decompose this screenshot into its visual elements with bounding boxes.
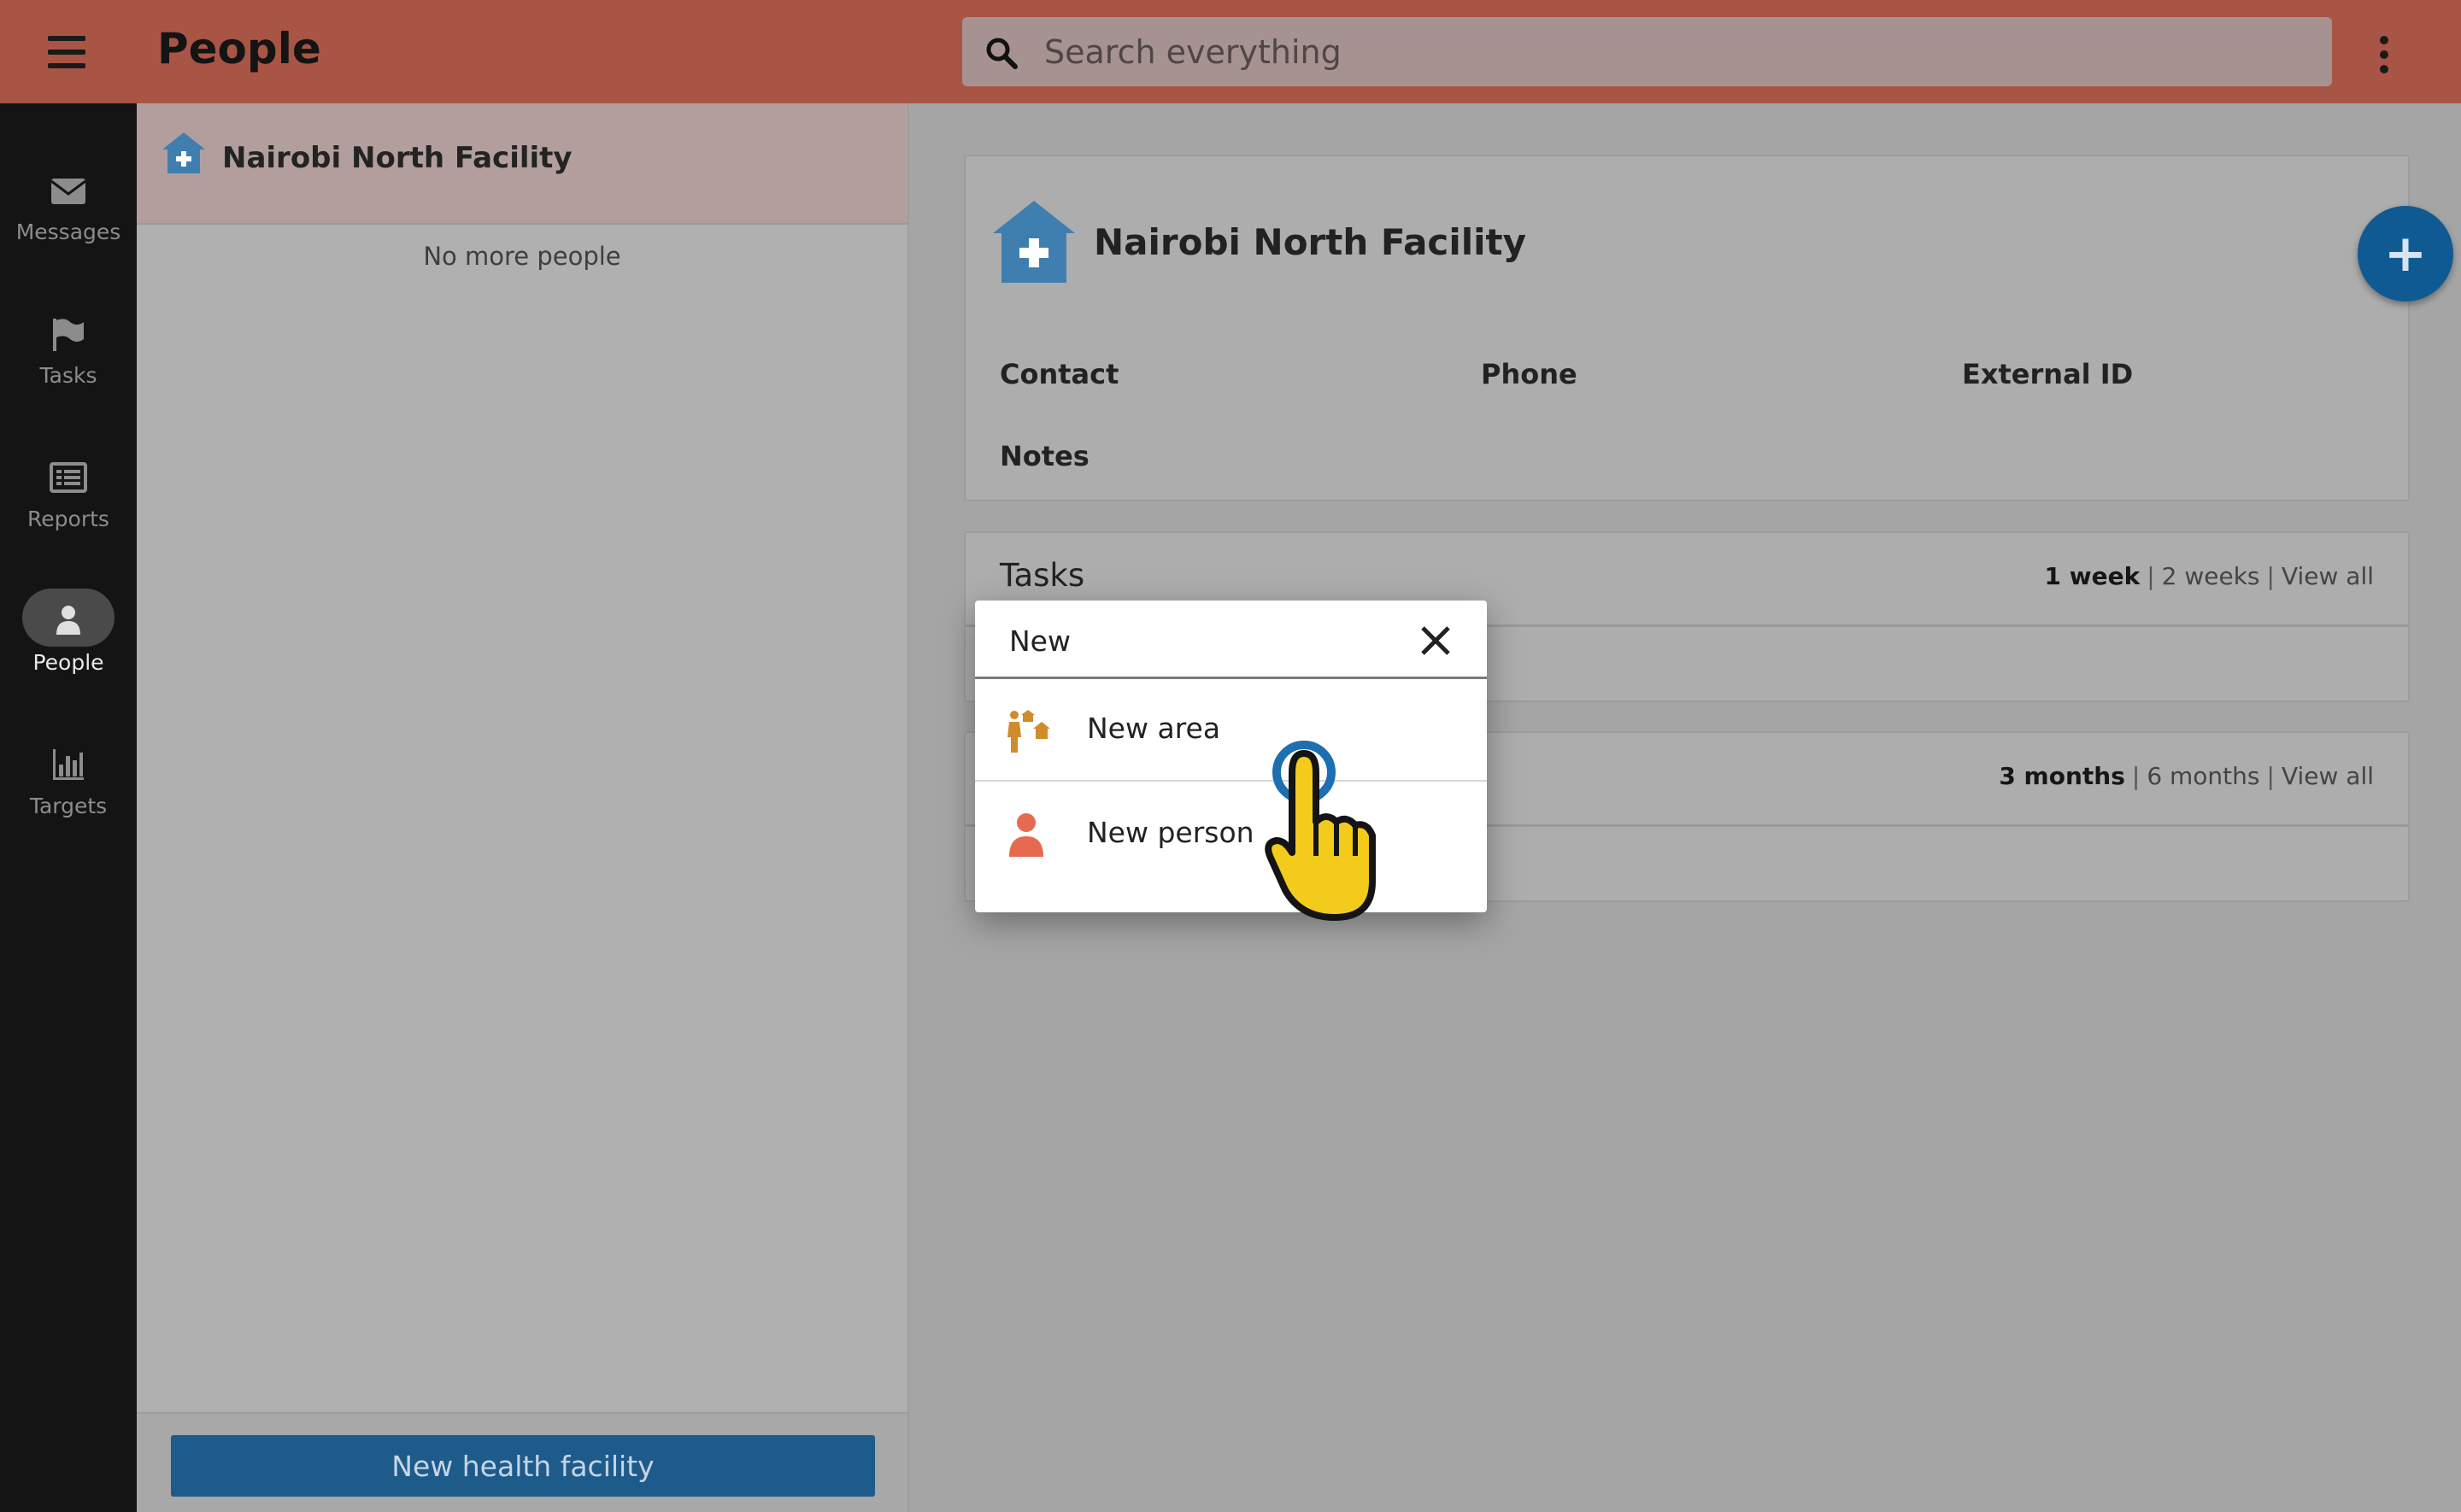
new-person-option[interactable]: New person: [975, 783, 1487, 886]
new-dialog: New New area New person: [975, 601, 1487, 912]
filter-view-all[interactable]: View all: [2282, 562, 2374, 590]
nav-label: Messages: [15, 220, 121, 244]
person-icon: [1009, 813, 1043, 857]
people-list-panel: Nairobi North Facility No more people Ne…: [137, 103, 909, 1512]
nav-item-people[interactable]: People: [0, 589, 137, 730]
selected-place-name: Nairobi North Facility: [222, 141, 573, 175]
filter-1-week[interactable]: 1 week: [2044, 562, 2140, 590]
envelope-icon: [50, 179, 86, 204]
tasks-title: Tasks: [1000, 557, 1085, 594]
nav-label: Tasks: [39, 363, 97, 388]
new-health-facility-button[interactable]: New health facility: [171, 1435, 875, 1497]
filter-view-all[interactable]: View all: [2282, 762, 2374, 790]
list-footer: New health facility: [137, 1412, 907, 1512]
more-options-icon[interactable]: [2377, 36, 2391, 73]
dialog-header: New: [975, 601, 1487, 679]
filter-3-months[interactable]: 3 months: [1999, 762, 2125, 790]
search-icon: [986, 38, 1018, 69]
menu-icon[interactable]: [48, 36, 89, 68]
external-id-label: External ID: [1962, 358, 2134, 390]
dialog-title: New: [1009, 624, 1071, 658]
contact-label: Contact: [1000, 358, 1119, 390]
page-title: People: [157, 24, 321, 73]
list-item-selected-place[interactable]: Nairobi North Facility: [137, 103, 907, 225]
list-icon: [50, 462, 87, 493]
reports-filter: 3 months | 6 months | View all: [1999, 762, 2374, 790]
nav-item-reports[interactable]: Reports: [0, 459, 137, 587]
filter-6-months[interactable]: 6 months: [2147, 762, 2259, 790]
health-facility-icon: [993, 201, 1075, 283]
nav-item-messages[interactable]: Messages: [0, 172, 137, 300]
health-facility-icon: [162, 132, 205, 173]
new-area-option[interactable]: New area: [975, 679, 1487, 782]
add-button[interactable]: +: [2358, 206, 2453, 302]
flag-icon: [53, 319, 84, 351]
new-person-label: New person: [1087, 816, 1254, 849]
nav-label: Targets: [29, 794, 108, 818]
nav-label: Reports: [27, 507, 109, 531]
close-icon[interactable]: [1418, 623, 1454, 659]
empty-list-text: No more people: [423, 242, 621, 271]
new-area-label: New area: [1087, 712, 1221, 745]
nav-label: People: [32, 650, 104, 675]
bar-chart-icon: [53, 749, 84, 780]
area-icon: [1007, 710, 1050, 753]
nav-item-tasks[interactable]: Tasks: [0, 315, 137, 443]
place-name: Nairobi North Facility: [1094, 221, 1526, 263]
filter-2-weeks[interactable]: 2 weeks: [2162, 562, 2260, 590]
person-icon: [56, 606, 80, 635]
place-summary-card: Nairobi North Facility Contact Phone Ext…: [964, 155, 2410, 501]
notes-label: Notes: [1000, 440, 1090, 472]
tasks-filter: 1 week | 2 weeks | View all: [2044, 562, 2374, 590]
top-bar: People: [0, 0, 2461, 103]
phone-label: Phone: [1481, 358, 1577, 390]
nav-item-targets[interactable]: Targets: [0, 746, 137, 874]
side-nav: Messages Tasks Reports People Targets: [0, 103, 137, 1512]
search-bar[interactable]: [962, 17, 2332, 86]
search-input[interactable]: [1044, 17, 2309, 86]
tap-hint-hand-icon: [1265, 741, 1376, 921]
